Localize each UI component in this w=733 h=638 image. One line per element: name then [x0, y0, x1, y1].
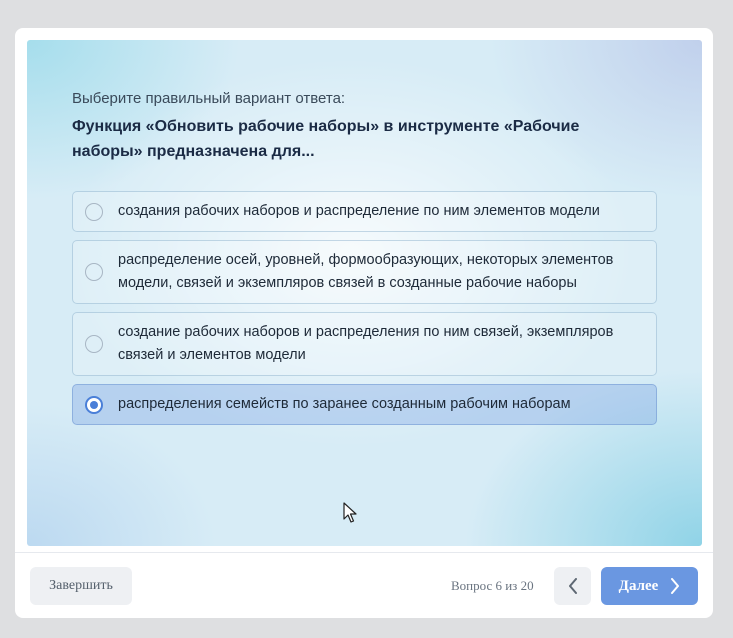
question-counter: Вопрос 6 из 20 [451, 578, 534, 593]
next-button[interactable]: Далее [601, 567, 698, 605]
radio-button[interactable] [85, 202, 103, 221]
question-text: Функция «Обновить рабочие наборы» в инст… [72, 118, 580, 160]
answer-option-label: распределение осей, уровней, формообразу… [118, 252, 614, 291]
radio-button[interactable] [85, 263, 103, 281]
chevron-right-icon [671, 578, 680, 594]
answer-option-4[interactable]: распределения семейств по заранее создан… [72, 384, 657, 425]
answer-option-label: создания рабочих наборов и распределение… [118, 203, 600, 219]
answer-options: создания рабочих наборов и распределение… [72, 191, 657, 433]
mouse-cursor-icon [343, 502, 357, 523]
question-prompt: Выберите правильный вариант ответа: [72, 90, 346, 107]
finish-button[interactable]: Завершить [30, 567, 132, 605]
quiz-footer: Завершить Вопрос 6 из 20 Далее [15, 552, 713, 618]
next-button-label: Далее [618, 577, 659, 594]
radio-button[interactable] [85, 335, 103, 353]
answer-option-2[interactable]: распределение осей, уровней, формообразу… [72, 240, 657, 304]
answer-option-1[interactable]: создания рабочих наборов и распределение… [72, 191, 657, 232]
quiz-card: Выберите правильный вариант ответа: Функ… [15, 28, 713, 618]
answer-option-3[interactable]: создание рабочих наборов и распределения… [72, 312, 657, 376]
question-panel: Выберите правильный вариант ответа: Функ… [27, 40, 702, 546]
previous-button[interactable] [554, 567, 591, 605]
radio-button-selected[interactable] [85, 395, 103, 414]
answer-option-label: распределения семейств по заранее создан… [118, 396, 571, 412]
answer-option-label: создание рабочих наборов и распределения… [118, 324, 614, 363]
chevron-left-icon [568, 578, 577, 594]
